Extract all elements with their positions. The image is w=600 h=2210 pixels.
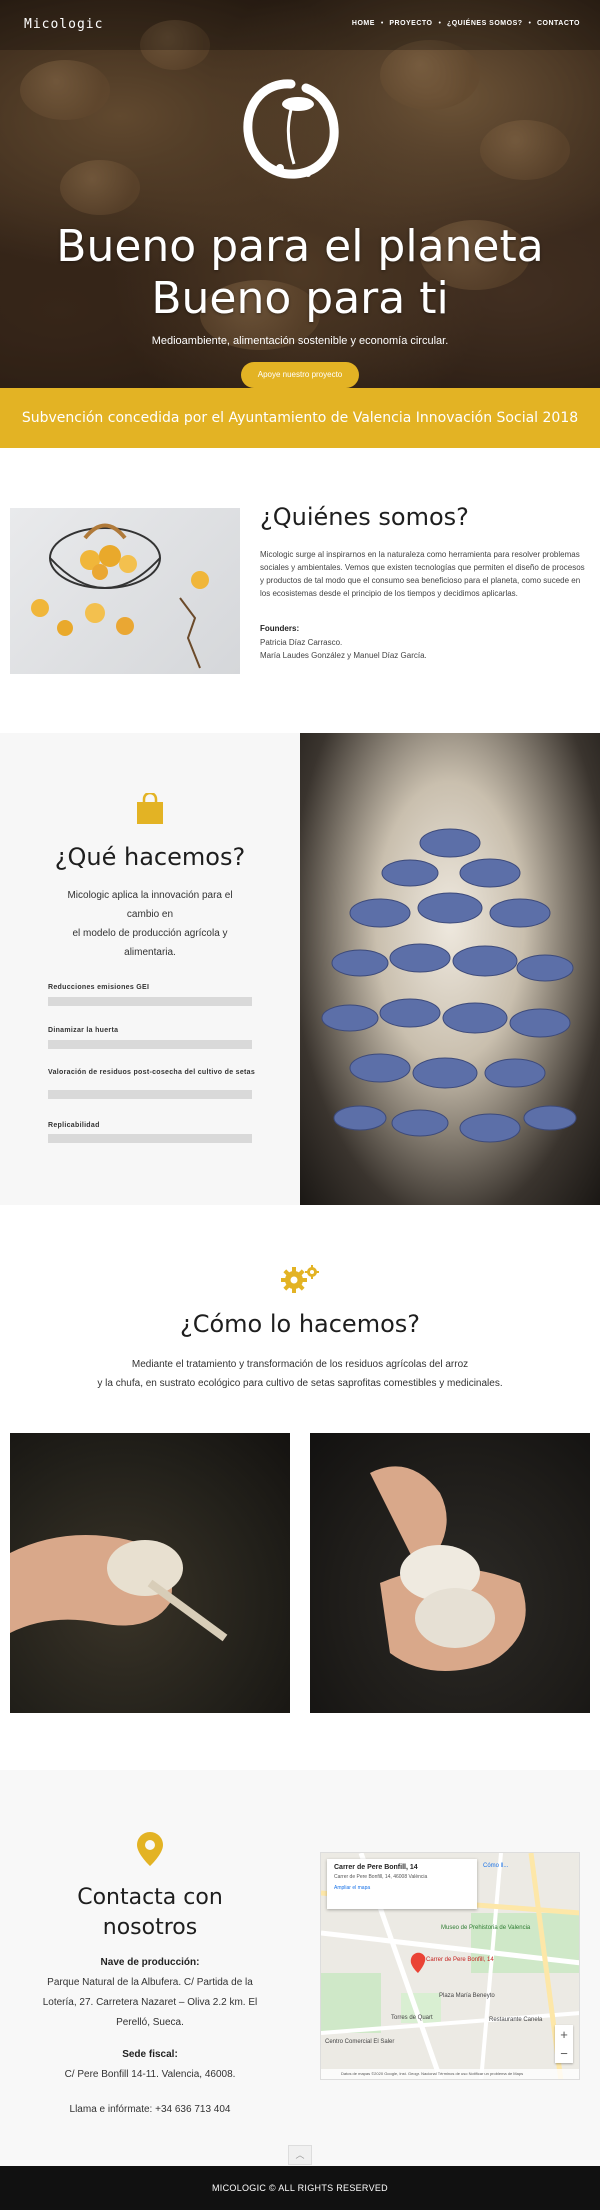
logo-emblem-icon	[243, 79, 339, 179]
hands-mushrooms-image	[310, 1433, 590, 1713]
phone-text: Llama e infórmate: +34 636 713 404	[69, 2104, 231, 2115]
grant-banner: Subvención concedida por el Ayuntamiento…	[0, 388, 600, 448]
map-place-label: Plaza María Beneyto	[439, 1993, 495, 1999]
nav-separator: •	[528, 20, 531, 27]
zoom-out-icon[interactable]: −	[555, 2044, 573, 2063]
fiscal-label: Sede fiscal:	[122, 2049, 178, 2060]
contact-title: Contacta con nosotros	[77, 1885, 223, 1940]
hero-overlay	[0, 0, 600, 388]
que-hacemos-title: ¿Qué hacemos?	[54, 843, 246, 871]
progress-fill	[48, 997, 252, 1006]
map-card-address: Carrer de Pere Bonfill, 14, 46008 Valènc…	[334, 1874, 428, 1880]
progress-fill	[48, 1090, 252, 1099]
map-pin-icon	[137, 1832, 163, 1866]
map-info-card: Carrer de Pere Bonfill, 14 Carrer de Per…	[327, 1859, 477, 1909]
nav-separator: •	[438, 20, 441, 27]
que-hacemos-text-line: Micologic aplica la innovación para el c…	[67, 890, 233, 920]
founder-name: Patricia Díaz Carrasco.	[260, 638, 343, 647]
main-menu: HOME • PROYECTO • ¿QUIÉNES SOMOS? • CONT…	[352, 20, 580, 27]
como-text-line: Mediante el tratamiento y transformación…	[131, 1359, 469, 1370]
progress-bar-ghg	[48, 997, 252, 1006]
map-place-label: Museo de Prehistoria de Valencia	[441, 1925, 531, 1931]
map-place-label: Centro Comercial El Saler	[325, 2039, 395, 2045]
progress-bar-residuos	[48, 1090, 252, 1099]
progress-label: Valoración de residuos post-cosecha del …	[48, 1069, 256, 1076]
como-hacemos-description: Mediante el tratamiento y transformación…	[0, 1355, 600, 1393]
production-address: Parque Natural de la Albufera. C/ Partid…	[42, 1977, 258, 2028]
que-hacemos-text-line: el modelo de producción agrícola y alime…	[72, 928, 228, 958]
google-map[interactable]: Carrer de Pere Bonfill, 14 Carrer de Per…	[320, 1852, 580, 2080]
map-marker-label: Carrer de Pere Bonfill, 14	[426, 1957, 494, 1963]
map-place-label: Torres de Quart	[391, 2015, 433, 2021]
progress-fill	[48, 1134, 252, 1143]
support-project-button[interactable]: Apoye nuestro proyecto	[241, 362, 359, 388]
map-zoom-controls: + −	[555, 2025, 573, 2063]
hero-section: Micologic HOME • PROYECTO • ¿QUIÉNES SOM…	[0, 0, 600, 388]
basket-mushrooms-image	[10, 508, 240, 674]
como-text-line: y la chufa, en sustrato ecológico para c…	[97, 1378, 503, 1389]
progress-bar-huerta	[48, 1040, 252, 1049]
founder-name: María Laudes González y Manuel Díaz Garc…	[260, 651, 427, 660]
top-nav: Micologic HOME • PROYECTO • ¿QUIÉNES SOM…	[0, 0, 600, 50]
gears-icon	[281, 1265, 319, 1293]
site-logo[interactable]: Micologic	[24, 17, 103, 32]
progress-bar-replicabilidad	[48, 1134, 252, 1143]
nav-item-proyecto[interactable]: PROYECTO	[389, 20, 432, 27]
map-directions-link[interactable]: Cómo ll...	[483, 1863, 508, 1869]
production-label: Nave de producción:	[100, 1957, 200, 1968]
shopping-bag-icon	[137, 793, 163, 824]
zoom-in-icon[interactable]: +	[555, 2025, 573, 2044]
progress-label: Replicabilidad	[48, 1122, 100, 1129]
quienes-description: Micologic surge al inspirarnos en la nat…	[260, 550, 585, 598]
map-place-label: Restaurante Canela	[489, 2017, 543, 2023]
nav-item-home[interactable]: HOME	[352, 20, 375, 27]
founders-label: Founders:	[260, 624, 300, 633]
site-footer: MICOLOGIC © ALL RIGHTS RESERVED	[0, 2166, 600, 2210]
hero-title-line1: Bueno para el planeta	[56, 221, 544, 272]
map-enlarge-link[interactable]: Ampliar el mapa	[334, 1885, 470, 1891]
hand-mushroom-image	[10, 1433, 290, 1713]
como-hacemos-title: ¿Cómo lo hacemos?	[179, 1310, 421, 1338]
chevron-up-icon[interactable]: ︿	[288, 2145, 312, 2165]
que-hacemos-description: Micologic aplica la innovación para el c…	[55, 886, 245, 962]
progress-label: Dinamizar la huerta	[48, 1027, 119, 1034]
nav-separator: •	[380, 20, 384, 27]
map-card-title: Carrer de Pere Bonfill, 14	[334, 1864, 418, 1871]
progress-fill	[48, 1040, 252, 1049]
fiscal-address: C/ Pere Bonfill 14-11. Valencia, 46008.	[64, 2069, 236, 2080]
hero-title-line2: Bueno para ti	[151, 273, 449, 324]
founders-list: Patricia Díaz Carrasco. María Laudes Gon…	[260, 636, 427, 662]
nav-item-contacto[interactable]: CONTACTO	[537, 20, 580, 27]
hero-subtitle: Medioambiente, alimentación sostenible y…	[151, 335, 449, 347]
map-footer: Datos de mapas ©2020 Google, Inst. Geogr…	[321, 2069, 579, 2079]
nav-item-quienes-somos[interactable]: ¿QUIÉNES SOMOS?	[447, 20, 523, 27]
oyster-mushrooms-image	[300, 733, 600, 1205]
quienes-title: ¿Quiénes somos?	[260, 503, 469, 531]
progress-label: Reducciones emisiones GEI	[48, 984, 150, 991]
